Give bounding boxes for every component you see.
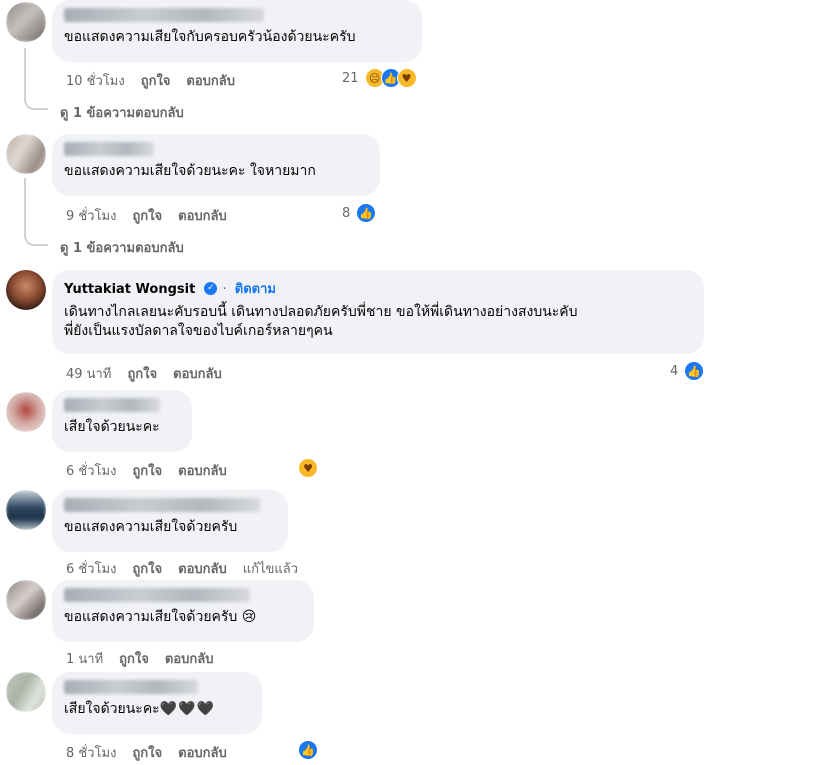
- comment-text: ขอแสดงความเสียใจกับครอบครัวน้องด้วยนะครั…: [64, 29, 356, 45]
- care-reaction-icon: ♥: [396, 68, 417, 88]
- comment-text: ขอแสดงความเสียใจด้วยครับ: [64, 519, 238, 535]
- comment-actions: 10 ชั่วโมง ถูกใจ ตอบกลับ: [66, 70, 235, 91]
- reaction-count: 8: [342, 205, 351, 221]
- reply-button[interactable]: ตอบกลับ: [173, 363, 222, 384]
- crying-emoji-icon: 😢: [241, 609, 257, 625]
- thread-line: [24, 178, 48, 246]
- view-replies-link[interactable]: ดู 1 ข้อความตอบกลับ: [60, 102, 184, 123]
- reaction-summary[interactable]: 21 ☹ 👍 ♥: [342, 68, 417, 88]
- comment-text: เสียใจด้วยนะคะ🖤🖤🖤: [64, 700, 250, 719]
- comment-time[interactable]: 8 ชั่วโมง: [66, 742, 116, 763]
- reply-button[interactable]: ตอบกลับ: [178, 460, 227, 481]
- avatar[interactable]: [6, 392, 46, 432]
- avatar[interactable]: [6, 580, 46, 620]
- avatar[interactable]: [6, 270, 46, 310]
- comment-bubble: เสียใจด้วยนะคะ🖤🖤🖤: [52, 672, 262, 734]
- like-button[interactable]: ถูกใจ: [119, 648, 149, 669]
- view-replies-link[interactable]: ดู 1 ข้อความตอบกลับ: [60, 237, 184, 258]
- like-reaction-icon: 👍: [298, 740, 318, 760]
- follow-button[interactable]: ติดตาม: [235, 282, 276, 297]
- reply-button[interactable]: ตอบกลับ: [178, 742, 227, 763]
- comment-time[interactable]: 9 ชั่วโมง: [66, 205, 116, 226]
- comment-text-body: เสียใจด้วยนะคะ: [64, 701, 160, 717]
- comment-text: พี่ยังเป็นแรงบัลดาลใจของไบค์เกอร์หลายๆคน: [64, 323, 333, 339]
- reaction-count: 4: [670, 363, 679, 379]
- reply-button[interactable]: ตอบกลับ: [186, 70, 235, 91]
- comment-bubble: ขอแสดงความเสียใจกับครอบครัวน้องด้วยนะครั…: [52, 0, 422, 62]
- comment-time[interactable]: 1 นาที: [66, 648, 103, 669]
- comment-bubble: ขอแสดงความเสียใจด้วยนะคะ ใจหายมาก: [52, 134, 380, 196]
- comment-text-body: ขอแสดงความเสียใจด้วยครับ: [64, 609, 238, 625]
- comment-bubble: เสียใจด้วยนะคะ: [52, 390, 192, 452]
- avatar[interactable]: [6, 134, 46, 174]
- reply-button[interactable]: ตอบกลับ: [165, 648, 214, 669]
- comment-actions: 1 นาที ถูกใจ ตอบกลับ: [66, 648, 213, 669]
- like-button[interactable]: ถูกใจ: [132, 558, 162, 579]
- comment-time[interactable]: 49 นาที: [66, 363, 111, 384]
- edited-label[interactable]: แก้ไขแล้ว: [243, 558, 298, 579]
- comment-text: เดินทางไกลเลยนะคับรอบนี้ เดินทางปลอดภัยค…: [64, 304, 578, 320]
- avatar[interactable]: [6, 490, 46, 530]
- comment-time[interactable]: 10 ชั่วโมง: [66, 70, 125, 91]
- reaction-summary[interactable]: 8 👍: [342, 203, 377, 223]
- like-button[interactable]: ถูกใจ: [132, 460, 162, 481]
- comment-bubble: ขอแสดงความเสียใจด้วยครับ: [52, 490, 288, 552]
- comment-actions: 6 ชั่วโมง ถูกใจ ตอบกลับ: [66, 460, 227, 481]
- reply-button[interactable]: ตอบกลับ: [178, 205, 227, 226]
- like-button[interactable]: ถูกใจ: [127, 363, 157, 384]
- comment-actions: 9 ชั่วโมง ถูกใจ ตอบกลับ: [66, 205, 227, 226]
- avatar[interactable]: [6, 2, 46, 42]
- author-name[interactable]: Yuttakiat Wongsit: [64, 282, 195, 297]
- comment-time[interactable]: 6 ชั่วโมง: [66, 558, 116, 579]
- thread-line: [24, 48, 48, 110]
- reaction-summary[interactable]: 4 👍: [670, 361, 705, 381]
- blurred-author-name: [64, 588, 250, 602]
- blurred-author-name: [64, 398, 160, 412]
- comment-actions: 6 ชั่วโมง ถูกใจ ตอบกลับ แก้ไขแล้ว: [66, 558, 298, 579]
- care-reaction-icon: ♥: [298, 458, 318, 478]
- blurred-author-name: [64, 8, 264, 22]
- like-reaction-icon: 👍: [684, 361, 705, 381]
- like-button[interactable]: ถูกใจ: [141, 70, 171, 91]
- blurred-author-name: [64, 498, 260, 512]
- comment-text: เสียใจด้วยนะคะ: [64, 419, 160, 435]
- comment-bubble: Yuttakiat Wongsit ✓ · ติดตาม เดินทางไกลเ…: [52, 270, 704, 354]
- blurred-author-name: [64, 680, 198, 694]
- like-button[interactable]: ถูกใจ: [132, 742, 162, 763]
- reaction-count: 21: [342, 70, 359, 86]
- verified-badge-icon: ✓: [204, 282, 218, 295]
- comment-text: ขอแสดงความเสียใจด้วยนะคะ ใจหายมาก: [64, 163, 316, 179]
- reaction-summary[interactable]: 👍: [298, 740, 318, 760]
- avatar[interactable]: [6, 672, 46, 712]
- like-button[interactable]: ถูกใจ: [132, 205, 162, 226]
- comment-bubble: ขอแสดงความเสียใจด้วยครับ 😢: [52, 580, 314, 642]
- comment-time[interactable]: 6 ชั่วโมง: [66, 460, 116, 481]
- comment-text: ขอแสดงความเสียใจด้วยครับ 😢: [64, 608, 302, 627]
- black-heart-emoji-icon: 🖤🖤🖤: [159, 701, 215, 717]
- like-reaction-icon: 👍: [356, 203, 377, 223]
- comment-actions: 49 นาที ถูกใจ ตอบกลับ: [66, 363, 222, 384]
- blurred-author-name: [64, 142, 154, 156]
- reaction-summary[interactable]: ♥: [298, 458, 318, 478]
- reply-button[interactable]: ตอบกลับ: [178, 558, 227, 579]
- comment-actions: 8 ชั่วโมง ถูกใจ ตอบกลับ: [66, 742, 227, 763]
